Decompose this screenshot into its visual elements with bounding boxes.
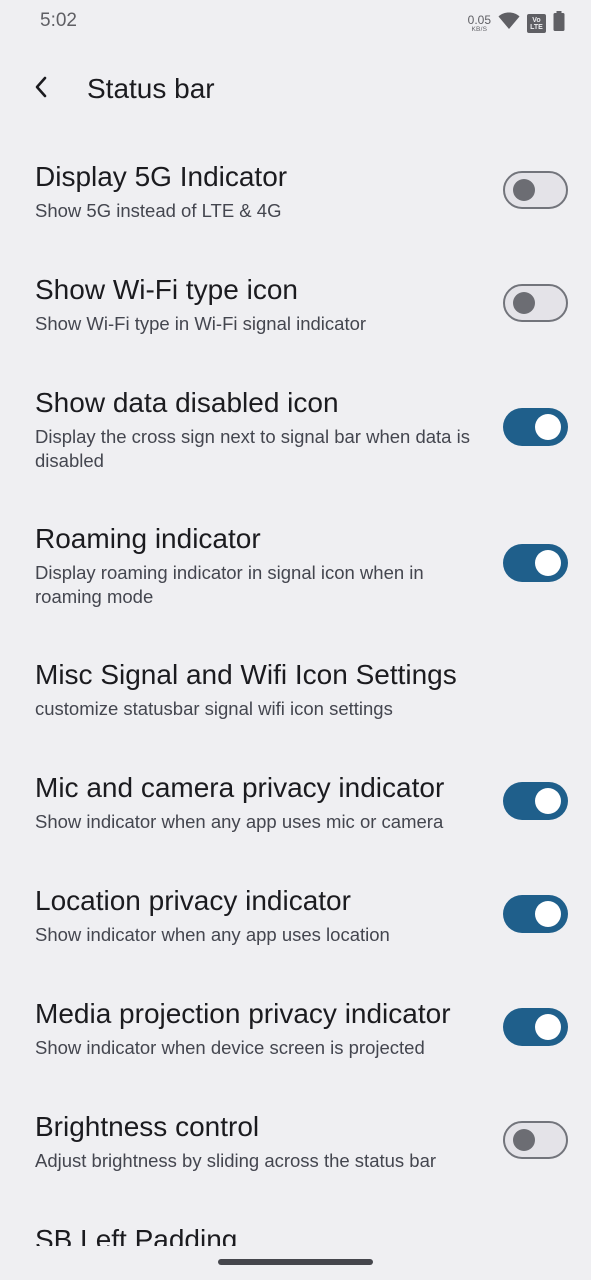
setting-summary: Show Wi-Fi type in Wi-Fi signal indicato… xyxy=(35,313,367,334)
app-bar: Status bar xyxy=(0,58,591,122)
back-arrow-icon xyxy=(33,75,49,104)
setting-title: Media projection privacy indicator xyxy=(35,998,451,1029)
setting-brightness-control[interactable]: Brightness control Adjust brightness by … xyxy=(0,1090,591,1202)
setting-summary: Adjust brightness by sliding across the … xyxy=(35,1150,437,1171)
toggle-thumb xyxy=(513,179,535,201)
network-speed: 0.05 KB/S xyxy=(468,14,491,34)
toggle-thumb xyxy=(535,788,561,814)
setting-summary: Show indicator when device screen is pro… xyxy=(35,1037,425,1058)
toggle-thumb xyxy=(513,1129,535,1151)
setting-mic-camera-privacy-indicator[interactable]: Mic and camera privacy indicator Show in… xyxy=(0,751,591,863)
setting-summary: Display roaming indicator in signal icon… xyxy=(35,562,424,607)
setting-show-wifi-type-icon[interactable]: Show Wi-Fi type icon Show Wi-Fi type in … xyxy=(0,253,591,365)
setting-title: Show Wi-Fi type icon xyxy=(35,274,298,305)
setting-summary: Show 5G instead of LTE & 4G xyxy=(35,200,282,221)
status-icons: 0.05 KB/S Vo LTE xyxy=(468,11,565,36)
wifi-icon xyxy=(498,12,520,35)
toggle-thumb xyxy=(535,1014,561,1040)
setting-location-privacy-indicator[interactable]: Location privacy indicator Show indicato… xyxy=(0,864,591,976)
battery-icon xyxy=(553,11,565,36)
setting-summary: Show indicator when any app uses mic or … xyxy=(35,811,444,832)
network-speed-unit: KB/S xyxy=(471,25,488,33)
setting-misc-signal-wifi-icon-settings[interactable]: Misc Signal and Wifi Icon Settings custo… xyxy=(0,638,591,750)
media-projection-privacy-toggle[interactable] xyxy=(503,1008,568,1046)
roaming-indicator-toggle[interactable] xyxy=(503,544,568,582)
back-button[interactable] xyxy=(22,70,60,108)
toggle-thumb xyxy=(513,292,535,314)
location-privacy-toggle[interactable] xyxy=(503,895,568,933)
status-bar: 5:02 0.05 KB/S Vo LTE xyxy=(0,0,591,46)
display-5g-toggle[interactable] xyxy=(503,171,568,209)
setting-title: Roaming indicator xyxy=(35,523,261,554)
gesture-nav-handle[interactable] xyxy=(218,1259,373,1265)
setting-roaming-indicator[interactable]: Roaming indicator Display roaming indica… xyxy=(0,502,591,637)
brightness-control-toggle[interactable] xyxy=(503,1121,568,1159)
mic-camera-privacy-toggle[interactable] xyxy=(503,782,568,820)
status-time: 5:02 xyxy=(40,10,77,31)
wifi-type-icon-toggle[interactable] xyxy=(503,284,568,322)
data-disabled-icon-toggle[interactable] xyxy=(503,408,568,446)
setting-media-projection-privacy-indicator[interactable]: Media projection privacy indicator Show … xyxy=(0,977,591,1089)
setting-title: Display 5G Indicator xyxy=(35,161,288,192)
setting-show-data-disabled-icon[interactable]: Show data disabled icon Display the cros… xyxy=(0,366,591,501)
volte-icon: Vo LTE xyxy=(527,14,546,33)
volte-top-label: Vo xyxy=(532,16,541,24)
setting-display-5g-indicator[interactable]: Display 5G Indicator Show 5G instead of … xyxy=(0,140,591,252)
volte-bottom-label: LTE xyxy=(530,23,543,31)
setting-title: Mic and camera privacy indicator xyxy=(35,772,445,803)
toggle-thumb xyxy=(535,550,561,576)
page-title: Status bar xyxy=(87,73,215,104)
setting-title: Location privacy indicator xyxy=(35,885,351,916)
setting-summary: Show indicator when any app uses locatio… xyxy=(35,924,390,945)
toggle-thumb xyxy=(535,901,561,927)
network-speed-value: 0.05 xyxy=(467,12,491,27)
setting-summary: Display the cross sign next to signal ba… xyxy=(35,426,470,471)
setting-title: Show data disabled icon xyxy=(35,387,339,418)
setting-summary: customize statusbar signal wifi icon set… xyxy=(35,698,393,719)
setting-title: Brightness control xyxy=(35,1111,260,1142)
setting-title: Misc Signal and Wifi Icon Settings xyxy=(35,659,457,690)
toggle-thumb xyxy=(535,414,561,440)
